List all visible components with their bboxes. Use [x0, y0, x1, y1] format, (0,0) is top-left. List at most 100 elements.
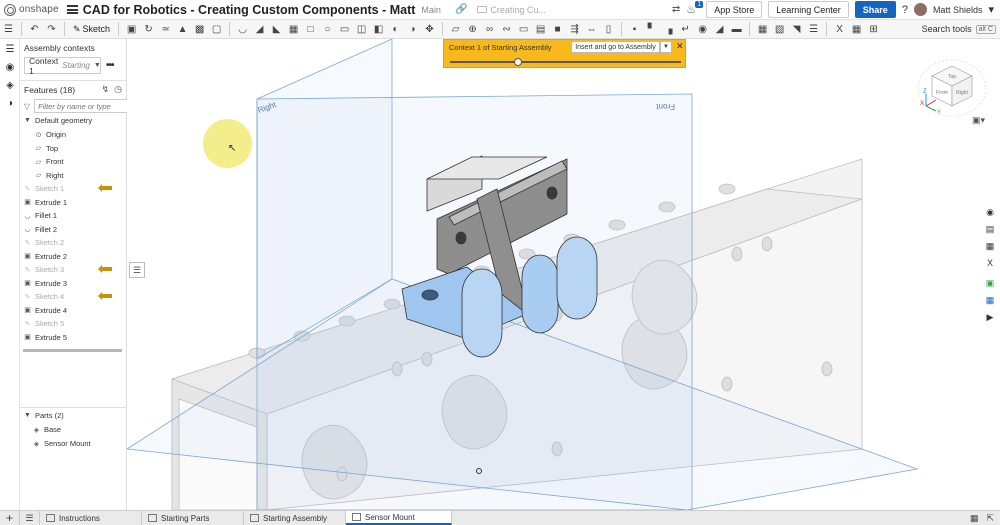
- comments-icon[interactable]: ◉: [0, 58, 20, 76]
- document-tab[interactable]: Starting Assembly: [244, 511, 346, 525]
- document-tab[interactable]: Starting Parts: [142, 511, 244, 525]
- mirror-icon[interactable]: ◧: [371, 22, 386, 37]
- chevron-down-icon[interactable]: ▾: [988, 3, 994, 16]
- graphics-area[interactable]: Right Front: [127, 39, 1000, 510]
- feature-row[interactable]: ✎ Sketch 1: [23, 182, 65, 195]
- filter-icon[interactable]: ▽: [24, 102, 30, 111]
- mate-connector-icon[interactable]: ⊕: [465, 22, 480, 37]
- replace-face-icon[interactable]: ⇔: [584, 22, 599, 37]
- frame-icon[interactable]: ▦: [755, 22, 770, 37]
- feature-row[interactable]: ▣ Extrude 4: [23, 304, 67, 317]
- context-slider-handle[interactable]: [514, 58, 522, 66]
- feature-row[interactable]: ◡ Fillet 2: [23, 223, 57, 236]
- appearance-panel-icon[interactable]: ◉: [983, 205, 997, 219]
- redo-icon[interactable]: ↷: [44, 22, 59, 37]
- ruled-surface-icon[interactable]: ▤: [533, 22, 548, 37]
- pattern-icon[interactable]: ◫: [354, 22, 369, 37]
- feature-row[interactable]: ✎ Sketch 5: [23, 317, 65, 330]
- measure-icon[interactable]: ▦: [849, 22, 864, 37]
- parts-icon[interactable]: ◈: [0, 76, 20, 94]
- feature-row[interactable]: ▣ Extrude 3: [23, 277, 67, 290]
- avatar[interactable]: [913, 3, 927, 16]
- video-app-icon[interactable]: ▶: [983, 310, 997, 324]
- rollback-bar[interactable]: [23, 349, 122, 352]
- mass-properties-icon[interactable]: ▦: [970, 513, 979, 524]
- helix-icon[interactable]: ∞: [482, 22, 497, 37]
- user-name[interactable]: Matt Shields: [933, 5, 983, 15]
- list-icon[interactable]: ☰: [1, 22, 16, 37]
- share-button[interactable]: Share: [854, 1, 896, 18]
- part-item[interactable]: ◈ Sensor Mount: [32, 437, 91, 450]
- context-slider-track[interactable]: [450, 61, 681, 63]
- document-tab[interactable]: Instructions: [40, 511, 142, 525]
- document-title[interactable]: CAD for Robotics - Creating Custom Compo…: [83, 3, 416, 17]
- feature-row[interactable]: ◡ Fillet 1: [23, 209, 57, 222]
- trim-icon[interactable]: ▧: [772, 22, 787, 37]
- feature-row[interactable]: ✎ Sketch 4: [23, 290, 65, 303]
- chamfer-icon[interactable]: ◢: [252, 22, 267, 37]
- tab-icon[interactable]: ▗: [661, 22, 676, 37]
- search-tools-button[interactable]: Search tools alt C: [922, 24, 996, 34]
- help-icon[interactable]: ?: [902, 4, 908, 16]
- add-tab-button[interactable]: +: [0, 511, 20, 525]
- more-options-icon[interactable]: •••: [106, 60, 114, 71]
- fullscreen-icon[interactable]: ⇱: [986, 513, 994, 524]
- feature-row[interactable]: ▱ Top: [34, 142, 58, 155]
- configurations-icon[interactable]: ▤: [983, 222, 997, 236]
- sweep-icon[interactable]: ≃: [158, 22, 173, 37]
- fill-icon[interactable]: ■: [550, 22, 565, 37]
- bend-icon[interactable]: ↵: [678, 22, 693, 37]
- feature-row[interactable]: ▣ Extrude 5: [23, 331, 67, 344]
- variables-icon[interactable]: ▦: [983, 239, 997, 253]
- shell-icon[interactable]: □: [303, 22, 318, 37]
- feature-row[interactable]: ▣ Extrude 1: [23, 196, 67, 209]
- document-menu-icon[interactable]: [66, 5, 78, 14]
- banner-dropdown[interactable]: ▼: [660, 41, 672, 53]
- sheet-metal-icon[interactable]: ▪: [627, 22, 642, 37]
- feature-row[interactable]: ✎ Sketch 2: [23, 236, 65, 249]
- form-icon[interactable]: ◉: [695, 22, 710, 37]
- document-tab[interactable]: Sensor Mount: [346, 511, 452, 525]
- section-view-icon[interactable]: ⊞: [866, 22, 881, 37]
- hole-icon[interactable]: ○: [320, 22, 335, 37]
- move-face-icon[interactable]: ⇶: [567, 22, 582, 37]
- variable-icon[interactable]: Χ: [832, 22, 847, 37]
- view-cube[interactable]: Top Front Right X Y Z: [912, 48, 992, 120]
- gusset-icon[interactable]: ◥: [789, 22, 804, 37]
- sketch-button[interactable]: ✎ Sketch: [69, 24, 114, 35]
- feature-row[interactable]: ▣ Extrude 2: [23, 250, 67, 263]
- rollback-icon[interactable]: ↯: [102, 84, 110, 95]
- branch-label[interactable]: Main: [421, 5, 441, 15]
- flat-view-icon[interactable]: ▬: [729, 22, 744, 37]
- sync-icon[interactable]: ⇄: [672, 4, 680, 15]
- feature-list-icon[interactable]: ☰: [0, 40, 20, 58]
- flange-icon[interactable]: ▘: [644, 22, 659, 37]
- revolve-icon[interactable]: ↻: [141, 22, 156, 37]
- parts-group[interactable]: ▼ Parts (2): [23, 409, 64, 422]
- link-icon[interactable]: 🔗: [455, 4, 467, 15]
- insert-and-go-button[interactable]: Insert and go to Assembly: [571, 41, 660, 53]
- notifications-button[interactable]: ♨ 1: [686, 0, 704, 17]
- close-icon[interactable]: ✕: [676, 41, 684, 52]
- enclose-icon[interactable]: ▢: [209, 22, 224, 37]
- fillet-icon[interactable]: ◡: [235, 22, 250, 37]
- offset-surface-icon[interactable]: ▯: [601, 22, 616, 37]
- extrude-icon[interactable]: ▣: [124, 22, 139, 37]
- numbers-app-icon[interactable]: ▦: [983, 293, 997, 307]
- thicken-icon[interactable]: ▩: [192, 22, 207, 37]
- split-icon[interactable]: ◑: [405, 22, 420, 37]
- boolean-icon[interactable]: ◐: [388, 22, 403, 37]
- transform-icon[interactable]: ✥: [422, 22, 437, 37]
- curve-icon[interactable]: ∾: [499, 22, 514, 37]
- image-app-icon[interactable]: ▣: [983, 276, 997, 290]
- app-store-button[interactable]: App Store: [706, 1, 763, 18]
- feature-row[interactable]: ⊙ Origin: [34, 128, 66, 141]
- loft-icon[interactable]: ▲: [175, 22, 190, 37]
- rib-icon[interactable]: ▦: [286, 22, 301, 37]
- folder-breadcrumb[interactable]: Creating Cu...: [477, 5, 546, 15]
- corner-icon[interactable]: ◢: [712, 22, 727, 37]
- view-options-icon[interactable]: ▣▾: [972, 115, 985, 126]
- draft-icon[interactable]: ◣: [269, 22, 284, 37]
- context-select[interactable]: Context 1 Starting ▼: [24, 56, 101, 76]
- part-item[interactable]: ◈ Base: [32, 423, 61, 436]
